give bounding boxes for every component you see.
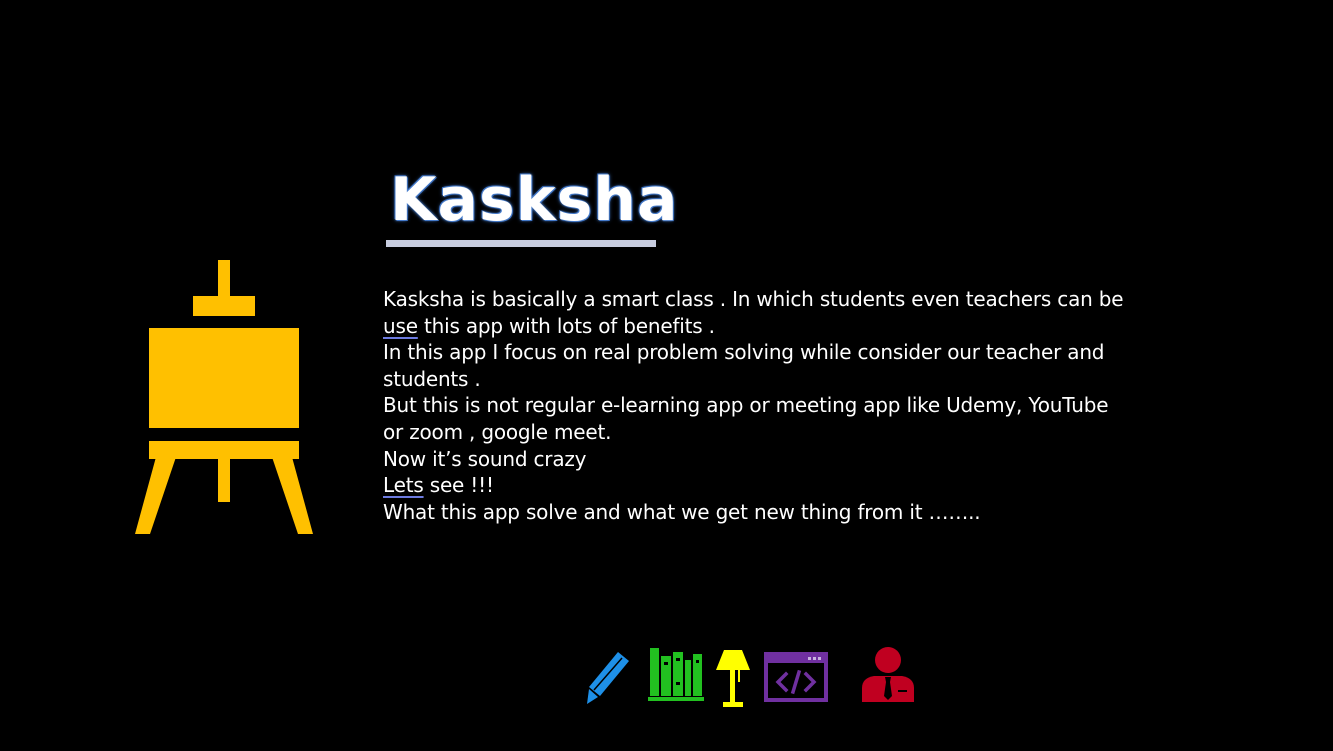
slide: Kasksha Kasksha is basically a smart cla…: [0, 0, 1333, 751]
paragraph-line: Now it’s sound crazy: [383, 446, 587, 471]
title-block: Kasksha: [386, 160, 678, 252]
paragraph-line-rest: see !!!: [423, 473, 494, 498]
pencil-icon: [587, 652, 629, 704]
paragraph-line-rest: this app with lots of benefits .: [417, 313, 715, 338]
teacher-icon: [862, 647, 914, 702]
spellcheck-marked-word: Lets: [383, 473, 424, 498]
slide-title: Kasksha: [390, 165, 679, 235]
books-icon: [648, 648, 704, 701]
paragraph-line: What this app solve and what we get new …: [383, 499, 981, 524]
easel-icon: [135, 260, 313, 534]
paragraph-line: or zoom , google meet.: [383, 419, 612, 444]
code-window-icon: [764, 652, 828, 702]
icon-row: [0, 640, 1333, 712]
paragraph-line: Kasksha is basically a smart class . In …: [383, 287, 1124, 311]
paragraph-line: In this app I focus on real problem solv…: [383, 340, 1105, 365]
paragraph-line: Lets see !!!: [383, 472, 1183, 499]
slide-paragraph: Kasksha is basically a smart class . In …: [383, 286, 1183, 525]
spellcheck-marked-word: use: [383, 313, 418, 338]
paragraph-line: But this is not regular e-learning app o…: [383, 393, 1109, 418]
desk-lamp-icon: [716, 650, 750, 707]
paragraph-line: use this app with lots of benefits .: [383, 313, 1183, 340]
paragraph-line: students .: [383, 366, 481, 391]
title-underline: [386, 240, 656, 247]
